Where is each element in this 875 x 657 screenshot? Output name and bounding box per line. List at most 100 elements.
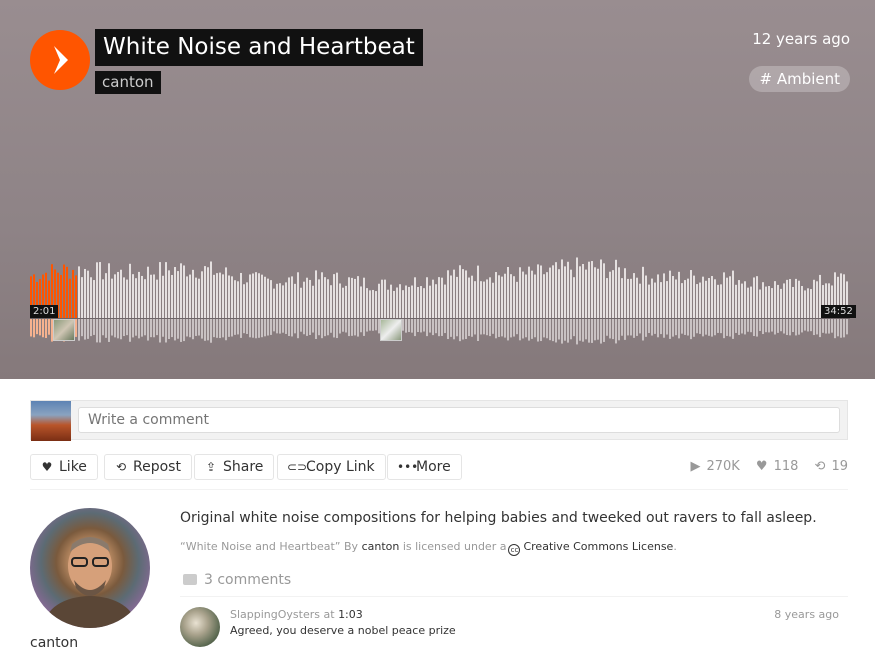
- duration-time: 34:52: [821, 305, 856, 318]
- waveform-bar: [597, 268, 599, 318]
- waveform-bar: [66, 266, 68, 318]
- play-button[interactable]: [30, 30, 90, 90]
- waveform-reflection-bar: [786, 319, 788, 336]
- waveform-bar: [540, 265, 542, 318]
- waveform-bar: [576, 257, 578, 318]
- waveform-reflection-bar: [738, 319, 740, 335]
- waveform-reflection-bar: [192, 319, 194, 340]
- waveform-reflection-bar: [744, 319, 746, 335]
- waveform-bar: [435, 284, 437, 318]
- waveform-reflection-bar: [669, 319, 671, 339]
- waveform-reflection-bar: [168, 319, 170, 340]
- license-user-link[interactable]: canton: [362, 540, 400, 553]
- waveform-bar: [549, 267, 551, 318]
- waveform-bar: [744, 281, 746, 318]
- waveform-reflection-bar: [129, 319, 131, 342]
- like-button[interactable]: ♥ Like: [30, 454, 98, 480]
- like-count[interactable]: 118: [774, 459, 799, 474]
- waveform-reflection-bar: [132, 319, 134, 338]
- waveform-bar: [669, 270, 671, 318]
- waveform-reflection-bar: [792, 319, 794, 333]
- uploader-name[interactable]: canton: [30, 634, 78, 652]
- waveform-reflection-bar: [330, 319, 332, 333]
- waveform-reflection-bar: [684, 319, 686, 335]
- waveform-reflection-bar: [657, 319, 659, 338]
- posted-time: 12 years ago: [752, 30, 850, 48]
- waveform-bar: [222, 274, 224, 318]
- waveform-reflection-bar: [300, 319, 302, 332]
- waveform-bar: [267, 278, 269, 318]
- waveform-bar: [75, 275, 77, 318]
- waveform-reflection-bar: [594, 319, 596, 341]
- waveform-reflection-bar: [285, 319, 287, 334]
- copy-link-button[interactable]: ⊂⊃Copy Link: [277, 454, 386, 480]
- waveform-bar: [93, 280, 95, 318]
- waveform-reflection-bar: [756, 319, 758, 337]
- waveform-bar: [600, 259, 602, 318]
- share-button[interactable]: ⇪ Share: [194, 454, 275, 480]
- waveform-reflection-bar: [549, 319, 551, 341]
- waveform-reflection-bar: [645, 319, 647, 337]
- waveform-bar: [201, 271, 203, 318]
- waveform-bar: [675, 279, 677, 318]
- waveform-bar: [753, 277, 755, 318]
- repost-button[interactable]: ⟲ Repost: [104, 454, 192, 480]
- waveform-reflection-bar: [516, 319, 518, 335]
- waveform-bar: [78, 266, 80, 318]
- waveform-reflection-bar: [141, 319, 143, 337]
- repost-count[interactable]: 19: [831, 459, 848, 474]
- waveform-reflection-bar: [117, 319, 119, 339]
- waveform-reflection-bar: [450, 319, 452, 337]
- waveform-comment-avatar[interactable]: [380, 319, 402, 341]
- waveform-bar: [699, 282, 701, 318]
- comment-count-label: 3 comments: [204, 572, 292, 588]
- commenter-avatar[interactable]: [180, 607, 220, 647]
- waveform-bar: [471, 275, 473, 318]
- genre-tag[interactable]: # Ambient: [749, 66, 850, 92]
- license-name-link[interactable]: Creative Commons License: [523, 540, 673, 553]
- waveform-bar: [384, 279, 386, 318]
- waveform-bar: [468, 277, 470, 318]
- license-end: .: [673, 540, 677, 553]
- waveform-reflection-bar: [810, 319, 812, 332]
- commenter-name[interactable]: SlappingOysters: [230, 608, 320, 621]
- waveform-bar: [300, 287, 302, 318]
- waveform-reflection-bar: [651, 319, 653, 336]
- waveform-bar: [180, 263, 182, 318]
- uploader-avatar[interactable]: [30, 508, 150, 628]
- waveform-bar: [486, 279, 488, 318]
- waveform-bars[interactable]: [30, 250, 850, 350]
- waveform-reflection-bar: [561, 319, 563, 344]
- play-count-icon: ▶: [690, 459, 701, 474]
- waveform-bar: [768, 286, 770, 318]
- waveform[interactable]: [30, 250, 850, 350]
- more-button[interactable]: •••More: [387, 454, 462, 480]
- waveform-bar: [507, 266, 509, 318]
- waveform-comment-avatar[interactable]: [53, 319, 75, 341]
- waveform-reflection-bar: [171, 319, 173, 338]
- waveform-reflection-bar: [567, 319, 569, 343]
- waveform-reflection-bar: [153, 319, 155, 338]
- waveform-bar: [564, 266, 566, 318]
- waveform-reflection-bar: [99, 319, 101, 343]
- waveform-bar: [801, 286, 803, 318]
- comment-input[interactable]: [78, 407, 840, 433]
- waveform-reflection-bar: [699, 319, 701, 334]
- track-title[interactable]: White Noise and Heartbeat: [95, 29, 423, 66]
- waveform-reflection-bar: [654, 319, 656, 334]
- waveform-bar: [354, 278, 356, 318]
- waveform-bar: [627, 278, 629, 318]
- waveform-reflection-bar: [189, 319, 191, 338]
- waveform-reflection-bar: [564, 319, 566, 341]
- waveform-reflection-bar: [408, 319, 410, 333]
- waveform-reflection-bar: [270, 319, 272, 335]
- waveform-bar: [630, 278, 632, 318]
- waveform-bar: [399, 284, 401, 318]
- waveform-bar: [192, 269, 194, 318]
- waveform-reflection-bar: [828, 319, 830, 334]
- track-artist[interactable]: canton: [95, 71, 161, 94]
- waveform-bar: [447, 270, 449, 318]
- waveform-reflection-bar: [765, 319, 767, 333]
- comment-timestamp-link[interactable]: 1:03: [338, 608, 363, 621]
- waveform-reflection-bar: [705, 319, 707, 335]
